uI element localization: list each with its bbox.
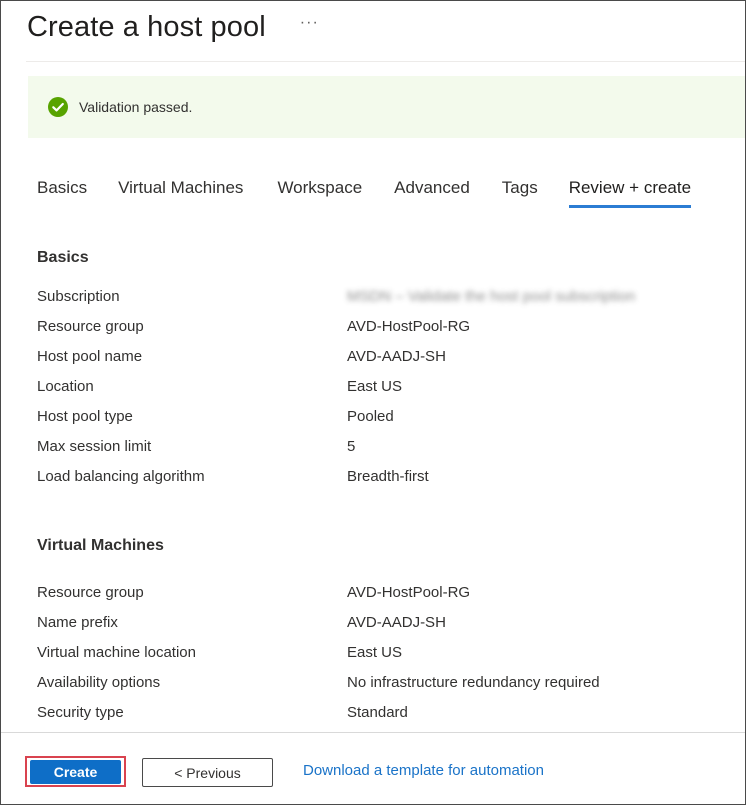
more-options-icon[interactable]: ···	[296, 14, 323, 40]
tab-advanced[interactable]: Advanced	[394, 171, 470, 207]
section-title-basics: Basics	[37, 249, 89, 266]
tab-virtual-machines[interactable]: Virtual Machines	[118, 171, 243, 207]
summary-label: Max session limit	[37, 438, 152, 455]
tab-workspace[interactable]: Workspace	[277, 171, 362, 207]
wizard-tabs: Basics Virtual Machines Workspace Advanc…	[37, 171, 692, 211]
summary-row-location: Location East US	[37, 372, 717, 402]
summary-value: Standard	[347, 704, 408, 721]
summary-label: Host pool type	[37, 408, 133, 425]
summary-value: AVD-HostPool-RG	[347, 318, 471, 335]
summary-row-resource-group: Resource group AVD-HostPool-RG	[37, 312, 717, 342]
summary-value: AVD-AADJ-SH	[347, 348, 446, 365]
page-title: Create a host pool	[27, 10, 266, 43]
summary-label: Resource group	[37, 584, 144, 601]
summary-label: Virtual machine location	[37, 644, 196, 661]
section-title-virtual-machines: Virtual Machines	[37, 537, 164, 554]
tab-review-create[interactable]: Review + create	[568, 171, 692, 208]
tab-tags[interactable]: Tags	[502, 171, 538, 207]
summary-value: East US	[347, 378, 403, 395]
previous-button[interactable]: < Previous	[142, 758, 273, 787]
summary-label: Resource group	[37, 318, 144, 335]
summary-row-host-pool-type: Host pool type Pooled	[37, 402, 717, 432]
summary-value-redacted: MSDN – Validate the host pool subscripti…	[347, 288, 636, 305]
tab-basics[interactable]: Basics	[37, 171, 87, 207]
summary-row-availability-options: Availability options No infrastructure r…	[37, 668, 717, 698]
checkmark-circle-icon	[48, 97, 68, 117]
summary-row-security-type: Security type Standard	[37, 698, 717, 728]
summary-value: 5	[347, 438, 356, 455]
create-button[interactable]: Create	[30, 760, 121, 784]
summary-row-load-balancing: Load balancing algorithm Breadth-first	[37, 462, 717, 492]
footer-action-bar: Create < Previous Download a template fo…	[1, 733, 745, 804]
title-row: Create a host pool ···	[27, 5, 323, 49]
summary-label: Location	[37, 378, 94, 395]
summary-label: Host pool name	[37, 348, 143, 365]
summary-value: Pooled	[347, 408, 394, 425]
summary-value: East US	[347, 644, 403, 661]
create-host-pool-blade: Create a host pool ··· Validation passed…	[0, 0, 746, 805]
summary-label: Security type	[37, 704, 124, 721]
summary-value: AVD-AADJ-SH	[347, 614, 446, 631]
validation-message: Validation passed.	[79, 99, 193, 115]
summary-row-subscription: Subscription MSDN – Validate the host po…	[37, 282, 717, 312]
summary-value: No infrastructure redundancy required	[347, 674, 600, 691]
summary-label: Availability options	[37, 674, 161, 691]
summary-label: Load balancing algorithm	[37, 468, 205, 485]
summary-row-host-pool-name: Host pool name AVD-AADJ-SH	[37, 342, 717, 372]
validation-banner: Validation passed.	[28, 76, 745, 138]
summary-value: Breadth-first	[347, 468, 429, 485]
summary-row-vm-location: Virtual machine location East US	[37, 638, 717, 668]
summary-label: Subscription	[37, 288, 120, 305]
summary-row-name-prefix: Name prefix AVD-AADJ-SH	[37, 608, 717, 638]
summary-value: AVD-HostPool-RG	[347, 584, 471, 601]
summary-label: Name prefix	[37, 614, 118, 631]
summary-row-vm-resource-group: Resource group AVD-HostPool-RG	[37, 578, 717, 608]
title-divider	[26, 61, 745, 62]
download-template-link[interactable]: Download a template for automation	[303, 762, 544, 779]
summary-row-max-session-limit: Max session limit 5	[37, 432, 717, 462]
